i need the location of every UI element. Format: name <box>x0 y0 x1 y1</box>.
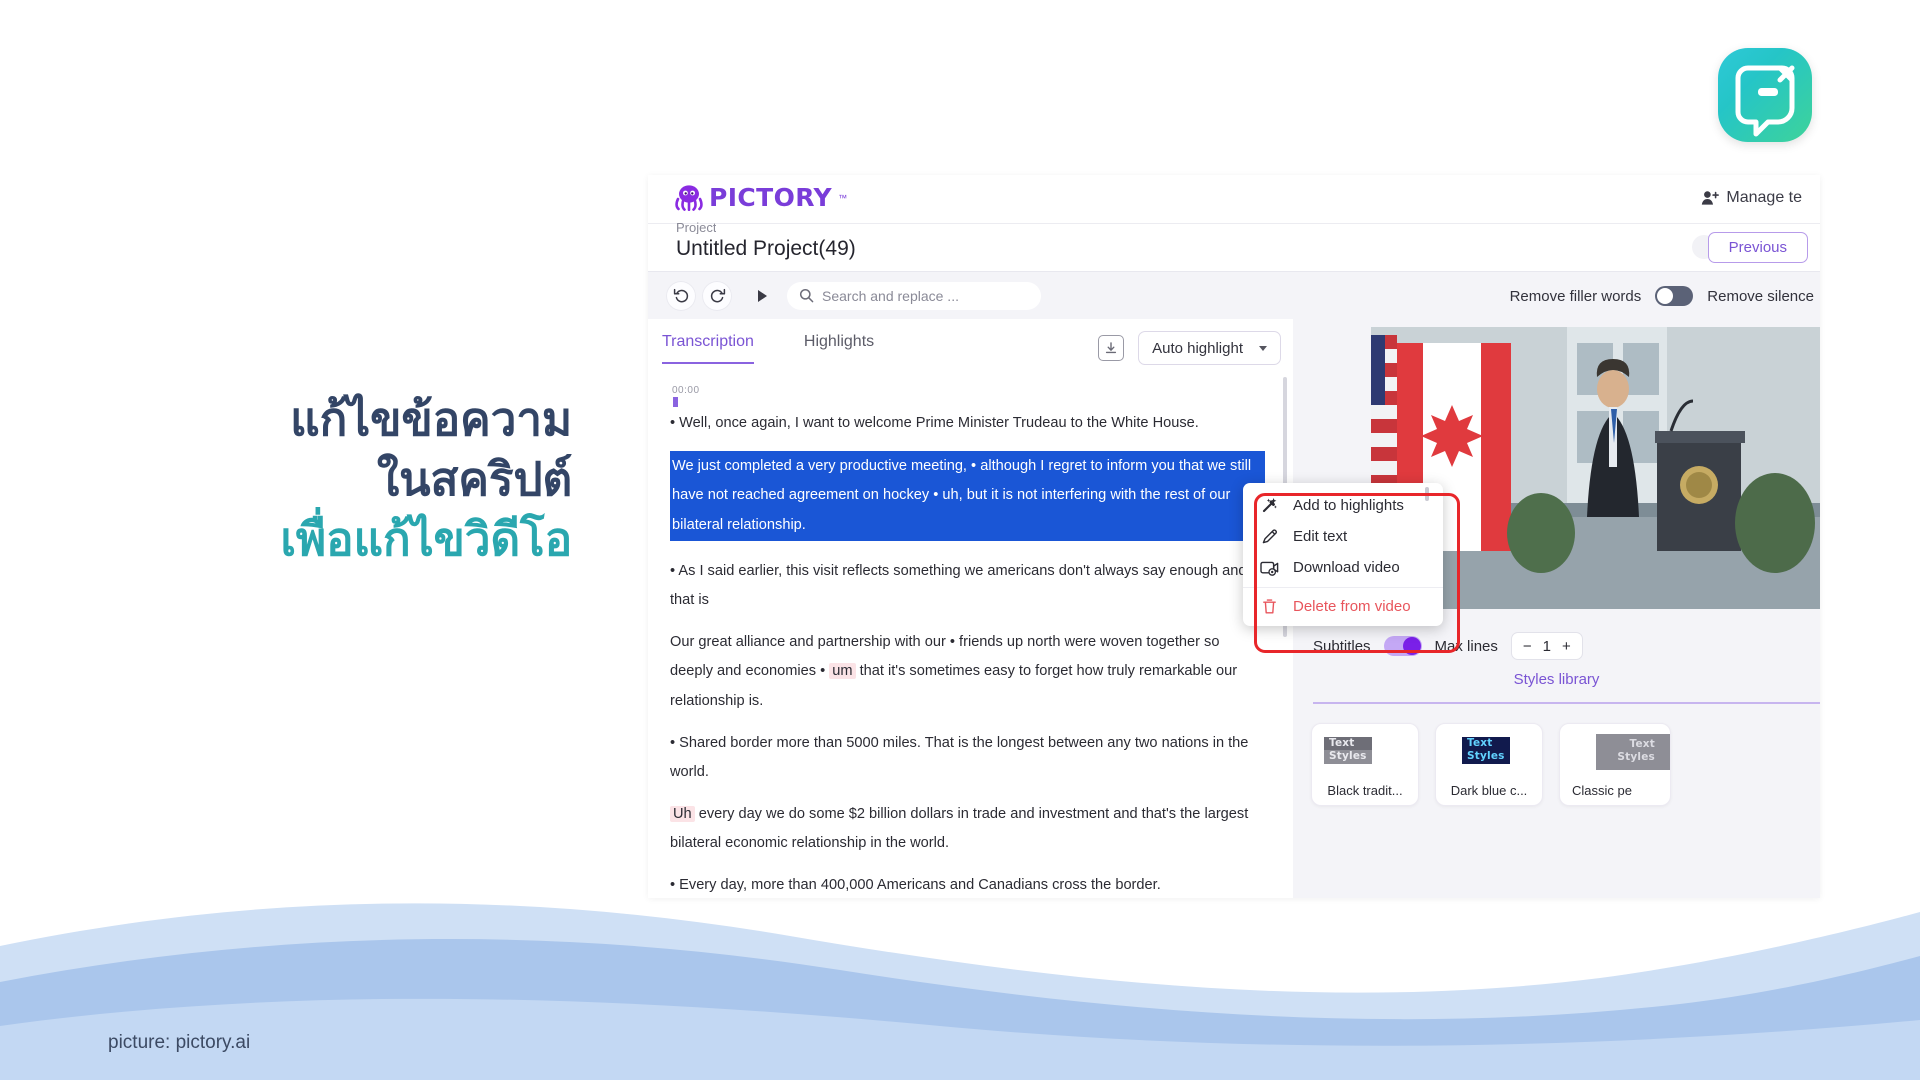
chevron-down-icon <box>1259 345 1267 351</box>
style-card-classic[interactable]: Text Styles Classic pe <box>1559 723 1671 806</box>
remove-filler-words-toggle[interactable] <box>1655 286 1694 306</box>
pictory-logo[interactable]: PICTORY ™ <box>674 183 847 212</box>
play-button[interactable] <box>758 289 767 302</box>
headline-line-3: เพื่อแก้ไขวิดีโอ <box>280 511 572 566</box>
transcript-paragraph[interactable]: • Every day, more than 400,000 Americans… <box>670 871 1265 898</box>
style-card-caption: Black tradit... <box>1327 783 1403 798</box>
increment-button[interactable]: + <box>1562 638 1571 655</box>
transcript-timestamp: 00:00 <box>672 385 700 396</box>
transcript-tabs: Transcription Highlights <box>662 333 874 364</box>
redo-icon <box>710 288 725 303</box>
style-preview-line-2: Styles <box>1617 751 1655 764</box>
manage-team-button[interactable]: Manage te <box>1701 189 1802 207</box>
pixverse-app-icon <box>1718 48 1812 142</box>
magic-wand-icon <box>1259 497 1280 514</box>
style-preview-line-2: Styles <box>1324 750 1372 764</box>
style-preview-line-1: Text <box>1462 737 1510 751</box>
undo-icon <box>673 288 688 303</box>
menu-item-download-video[interactable]: Download video <box>1243 552 1443 583</box>
transcript-paragraph[interactable]: • As I said earlier, this visit reflects… <box>670 557 1265 615</box>
previous-button[interactable]: Previous <box>1707 232 1808 263</box>
style-card-caption: Classic pe <box>1572 783 1632 798</box>
selected-text: We just completed a very productive meet… <box>672 458 1252 533</box>
remove-filler-words-label: Remove filler words <box>1509 287 1642 305</box>
editor-toolbar: Search and replace ... Remove filler wor… <box>648 271 1820 319</box>
slide-canvas: แก้ไขข้อความ ในสคริปต์ เพื่อแก้ไขวิดีโอ … <box>0 0 1920 1080</box>
style-preview: Text Styles <box>1596 734 1670 770</box>
decrement-button[interactable]: − <box>1523 638 1532 655</box>
transcript-panel: Transcription Highlights Auto highlight <box>648 319 1293 898</box>
project-title[interactable]: Untitled Project(49) <box>676 237 856 261</box>
app-header: PICTORY ™ Manage te <box>648 175 1820 223</box>
styles-library-divider <box>1313 702 1820 704</box>
style-card-black-traditional[interactable]: Text Styles Black tradit... <box>1311 723 1419 806</box>
playhead-tick <box>673 397 678 407</box>
project-label: Project <box>676 220 717 234</box>
style-card-dark-blue[interactable]: Text Styles Dark blue c... <box>1435 723 1543 806</box>
subtitles-label: Subtitles <box>1313 637 1371 655</box>
project-bar: Project Untitled Project(49) Previous <box>648 220 1820 271</box>
style-card-caption: Dark blue c... <box>1450 783 1528 798</box>
pencil-icon <box>1259 528 1280 545</box>
pictory-app-screenshot: PICTORY ™ Manage te Project Untitled Pro… <box>648 175 1820 898</box>
search-and-replace-input[interactable]: Search and replace ... <box>787 281 1041 310</box>
redo-button[interactable] <box>702 280 732 311</box>
trademark-symbol: ™ <box>838 192 848 203</box>
video-download-icon <box>1259 560 1280 576</box>
undo-button[interactable] <box>666 280 696 311</box>
remove-silence-label: Remove silence <box>1707 287 1814 305</box>
max-lines-stepper[interactable]: − 1 + <box>1510 632 1583 660</box>
menu-grip <box>1425 487 1429 501</box>
image-credit: picture: pictory.ai <box>108 1032 251 1053</box>
style-cards: Text Styles Black tradit... Text Styles … <box>1311 723 1671 806</box>
transcript-paragraph[interactable]: Uh every day we do some $2 billion dolla… <box>670 800 1265 858</box>
tab-transcription[interactable]: Transcription <box>662 333 754 364</box>
slide-headline: แก้ไขข้อความ ในสคริปต์ เพื่อแก้ไขวิดีโอ <box>0 390 600 569</box>
style-preview-line-1: Text <box>1629 738 1655 750</box>
subtitles-toggle[interactable] <box>1383 636 1422 656</box>
search-icon <box>799 288 814 303</box>
headline-line-1: แก้ไขข้อความ <box>290 392 572 446</box>
logo-wordmark: PICTORY <box>709 183 833 212</box>
auto-highlight-dropdown[interactable]: Auto highlight <box>1138 331 1281 365</box>
menu-item-label: Edit text <box>1293 528 1348 545</box>
search-placeholder-text: Search and replace ... <box>822 287 959 304</box>
transcript-context-menu: Add to highlights Edit text Download vid… <box>1243 483 1443 626</box>
max-lines-label: Max lines <box>1434 637 1498 655</box>
style-preview-line-1: Text <box>1324 737 1372 751</box>
transcript-paragraph[interactable]: • Shared border more than 5000 miles. Th… <box>670 729 1265 787</box>
add-person-icon <box>1702 191 1720 205</box>
transcript-paragraph[interactable]: Our great alliance and partnership with … <box>670 628 1265 716</box>
subtitles-controls: Subtitles Max lines − 1 + <box>1313 629 1820 663</box>
transcript-paragraph[interactable]: • Well, once again, I want to welcome Pr… <box>670 409 1265 438</box>
menu-item-label: Delete from video <box>1293 598 1411 615</box>
menu-item-label: Add to highlights <box>1293 497 1404 514</box>
headline-line-2: ในสคริปต์ <box>376 451 572 506</box>
toolbar-right-group: Remove filler words Remove silence <box>1510 272 1820 320</box>
manage-team-label: Manage te <box>1726 189 1802 206</box>
max-lines-value: 1 <box>1542 637 1552 655</box>
menu-item-delete-from-video[interactable]: Delete from video <box>1243 587 1443 622</box>
styles-library-tab[interactable]: Styles library <box>1293 671 1820 698</box>
style-preview: Text Styles <box>1462 737 1510 764</box>
trash-icon <box>1259 598 1280 615</box>
transcript-scroll-area[interactable]: 00:00 • Well, once again, I want to welc… <box>648 377 1293 898</box>
filler-word[interactable]: Uh <box>670 806 695 823</box>
import-download-icon[interactable] <box>1098 335 1125 361</box>
transcript-paragraph-selected[interactable]: We just completed a very productive meet… <box>670 451 1265 541</box>
style-preview-line-2: Styles <box>1462 750 1510 764</box>
editor-body: Transcription Highlights Auto highlight <box>648 319 1820 898</box>
filler-word[interactable]: um <box>829 663 856 680</box>
tab-highlights[interactable]: Highlights <box>804 333 874 364</box>
menu-item-add-to-highlights[interactable]: Add to highlights <box>1243 490 1443 521</box>
menu-item-edit-text[interactable]: Edit text <box>1243 521 1443 552</box>
auto-highlight-label: Auto highlight <box>1152 339 1243 357</box>
transcript-tab-actions: Auto highlight <box>1098 331 1281 365</box>
menu-item-label: Download video <box>1293 559 1400 576</box>
octopus-icon <box>675 185 703 211</box>
style-preview: Text Styles <box>1324 737 1372 764</box>
